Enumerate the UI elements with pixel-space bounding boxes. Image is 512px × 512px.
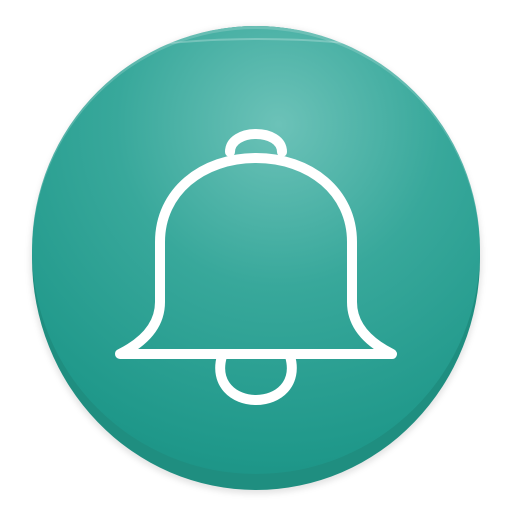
app-icon[interactable]: [0, 0, 512, 512]
bell-icon: [115, 129, 397, 405]
